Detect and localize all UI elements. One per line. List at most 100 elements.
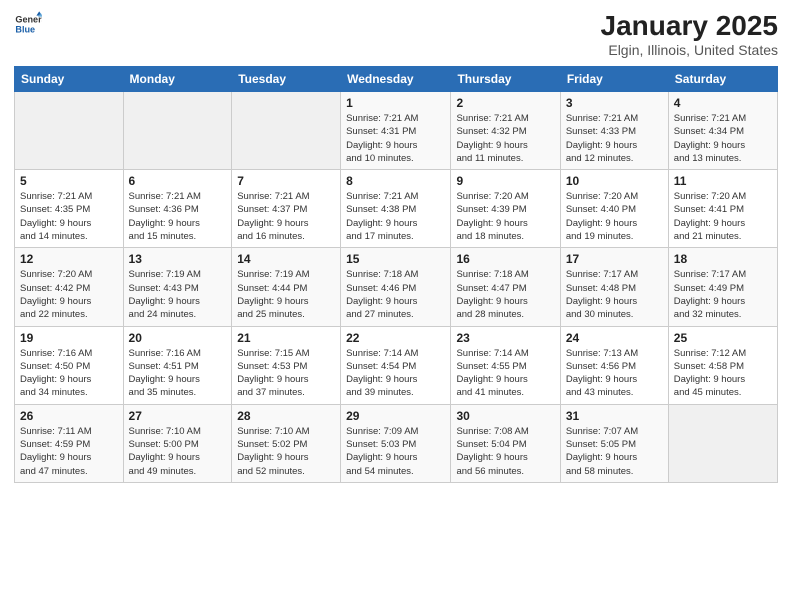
header: General Blue January 2025 Elgin, Illinoi… [14,10,778,58]
calendar-header-row: Sunday Monday Tuesday Wednesday Thursday… [15,67,778,92]
day-number: 17 [566,252,663,266]
col-saturday: Saturday [668,67,777,92]
day-info: Sunrise: 7:17 AM Sunset: 4:49 PM Dayligh… [674,268,772,321]
table-row: 2 Sunrise: 7:21 AM Sunset: 4:32 PM Daylig… [451,92,560,170]
day-info: Sunrise: 7:11 AM Sunset: 4:59 PM Dayligh… [20,425,118,478]
day-info: Sunrise: 7:21 AM Sunset: 4:38 PM Dayligh… [346,190,445,243]
day-number: 4 [674,96,772,110]
day-number: 25 [674,331,772,345]
col-monday: Monday [123,67,232,92]
logo: General Blue [14,10,44,38]
day-number: 30 [456,409,554,423]
table-row: 17 Sunrise: 7:17 AM Sunset: 4:48 PM Dayli… [560,248,668,326]
day-info: Sunrise: 7:20 AM Sunset: 4:41 PM Dayligh… [674,190,772,243]
day-number: 23 [456,331,554,345]
col-wednesday: Wednesday [341,67,451,92]
table-row [123,92,232,170]
col-tuesday: Tuesday [232,67,341,92]
day-number: 10 [566,174,663,188]
day-number: 16 [456,252,554,266]
day-info: Sunrise: 7:21 AM Sunset: 4:35 PM Dayligh… [20,190,118,243]
day-number: 8 [346,174,445,188]
table-row: 13 Sunrise: 7:19 AM Sunset: 4:43 PM Dayli… [123,248,232,326]
table-row: 7 Sunrise: 7:21 AM Sunset: 4:37 PM Daylig… [232,170,341,248]
table-row: 10 Sunrise: 7:20 AM Sunset: 4:40 PM Dayli… [560,170,668,248]
day-info: Sunrise: 7:17 AM Sunset: 4:48 PM Dayligh… [566,268,663,321]
day-number: 2 [456,96,554,110]
page-subtitle: Elgin, Illinois, United States [601,42,778,58]
table-row: 29 Sunrise: 7:09 AM Sunset: 5:03 PM Dayli… [341,404,451,482]
table-row: 21 Sunrise: 7:15 AM Sunset: 4:53 PM Dayli… [232,326,341,404]
calendar-week-row: 19 Sunrise: 7:16 AM Sunset: 4:50 PM Dayli… [15,326,778,404]
svg-text:General: General [15,15,42,25]
day-number: 1 [346,96,445,110]
page-title: January 2025 [601,10,778,42]
table-row: 20 Sunrise: 7:16 AM Sunset: 4:51 PM Dayli… [123,326,232,404]
day-number: 28 [237,409,335,423]
day-info: Sunrise: 7:10 AM Sunset: 5:02 PM Dayligh… [237,425,335,478]
day-info: Sunrise: 7:16 AM Sunset: 4:51 PM Dayligh… [129,347,227,400]
table-row: 12Sunrise: 7:20 AM Sunset: 4:42 PM Dayli… [15,248,124,326]
table-row: 24 Sunrise: 7:13 AM Sunset: 4:56 PM Dayli… [560,326,668,404]
table-row: 8 Sunrise: 7:21 AM Sunset: 4:38 PM Daylig… [341,170,451,248]
table-row: 26 Sunrise: 7:11 AM Sunset: 4:59 PM Dayli… [15,404,124,482]
day-number: 15 [346,252,445,266]
day-number: 20 [129,331,227,345]
table-row: 23 Sunrise: 7:14 AM Sunset: 4:55 PM Dayli… [451,326,560,404]
day-info: Sunrise: 7:08 AM Sunset: 5:04 PM Dayligh… [456,425,554,478]
day-info: Sunrise: 7:21 AM Sunset: 4:32 PM Dayligh… [456,112,554,165]
day-number: 26 [20,409,118,423]
table-row: 15 Sunrise: 7:18 AM Sunset: 4:46 PM Dayli… [341,248,451,326]
day-info: Sunrise: 7:12 AM Sunset: 4:58 PM Dayligh… [674,347,772,400]
day-info: Sunrise: 7:19 AM Sunset: 4:43 PM Dayligh… [129,268,227,321]
day-number: 24 [566,331,663,345]
col-thursday: Thursday [451,67,560,92]
day-info: Sunrise: 7:14 AM Sunset: 4:54 PM Dayligh… [346,347,445,400]
day-number: 29 [346,409,445,423]
day-info: Sunrise: 7:09 AM Sunset: 5:03 PM Dayligh… [346,425,445,478]
calendar: Sunday Monday Tuesday Wednesday Thursday… [14,66,778,483]
day-number: 7 [237,174,335,188]
day-info: Sunrise: 7:18 AM Sunset: 4:47 PM Dayligh… [456,268,554,321]
day-number: 9 [456,174,554,188]
day-number: 18 [674,252,772,266]
day-info: Sunrise: 7:15 AM Sunset: 4:53 PM Dayligh… [237,347,335,400]
day-info: Sunrise: 7:18 AM Sunset: 4:46 PM Dayligh… [346,268,445,321]
day-number: 13 [129,252,227,266]
table-row: 4 Sunrise: 7:21 AM Sunset: 4:34 PM Daylig… [668,92,777,170]
day-number: 14 [237,252,335,266]
day-number: 31 [566,409,663,423]
table-row [232,92,341,170]
table-row: 5Sunrise: 7:21 AM Sunset: 4:35 PM Daylig… [15,170,124,248]
day-info: Sunrise: 7:07 AM Sunset: 5:05 PM Dayligh… [566,425,663,478]
table-row: 27Sunrise: 7:10 AM Sunset: 5:00 PM Dayli… [123,404,232,482]
day-info: Sunrise: 7:21 AM Sunset: 4:31 PM Dayligh… [346,112,445,165]
day-number: 19 [20,331,118,345]
table-row: 1 Sunrise: 7:21 AM Sunset: 4:31 PM Daylig… [341,92,451,170]
day-info: Sunrise: 7:14 AM Sunset: 4:55 PM Dayligh… [456,347,554,400]
day-info: Sunrise: 7:20 AM Sunset: 4:40 PM Dayligh… [566,190,663,243]
logo-icon: General Blue [14,10,42,38]
table-row: 28 Sunrise: 7:10 AM Sunset: 5:02 PM Dayli… [232,404,341,482]
day-info: Sunrise: 7:21 AM Sunset: 4:33 PM Dayligh… [566,112,663,165]
calendar-week-row: 12Sunrise: 7:20 AM Sunset: 4:42 PM Dayli… [15,248,778,326]
day-number: 6 [129,174,227,188]
table-row [668,404,777,482]
table-row: 25 Sunrise: 7:12 AM Sunset: 4:58 PM Dayli… [668,326,777,404]
day-number: 21 [237,331,335,345]
day-info: Sunrise: 7:13 AM Sunset: 4:56 PM Dayligh… [566,347,663,400]
day-info: Sunrise: 7:21 AM Sunset: 4:34 PM Dayligh… [674,112,772,165]
day-info: Sunrise: 7:21 AM Sunset: 4:37 PM Dayligh… [237,190,335,243]
day-number: 3 [566,96,663,110]
table-row: 14 Sunrise: 7:19 AM Sunset: 4:44 PM Dayli… [232,248,341,326]
day-info: Sunrise: 7:16 AM Sunset: 4:50 PM Dayligh… [20,347,118,400]
day-info: Sunrise: 7:19 AM Sunset: 4:44 PM Dayligh… [237,268,335,321]
day-info: Sunrise: 7:10 AM Sunset: 5:00 PM Dayligh… [129,425,227,478]
day-number: 22 [346,331,445,345]
table-row: 30 Sunrise: 7:08 AM Sunset: 5:04 PM Dayli… [451,404,560,482]
day-info: Sunrise: 7:21 AM Sunset: 4:36 PM Dayligh… [129,190,227,243]
table-row: 6 Sunrise: 7:21 AM Sunset: 4:36 PM Daylig… [123,170,232,248]
page: General Blue January 2025 Elgin, Illinoi… [0,0,792,612]
svg-text:Blue: Blue [15,24,35,34]
day-info: Sunrise: 7:20 AM Sunset: 4:42 PM Dayligh… [20,268,118,321]
